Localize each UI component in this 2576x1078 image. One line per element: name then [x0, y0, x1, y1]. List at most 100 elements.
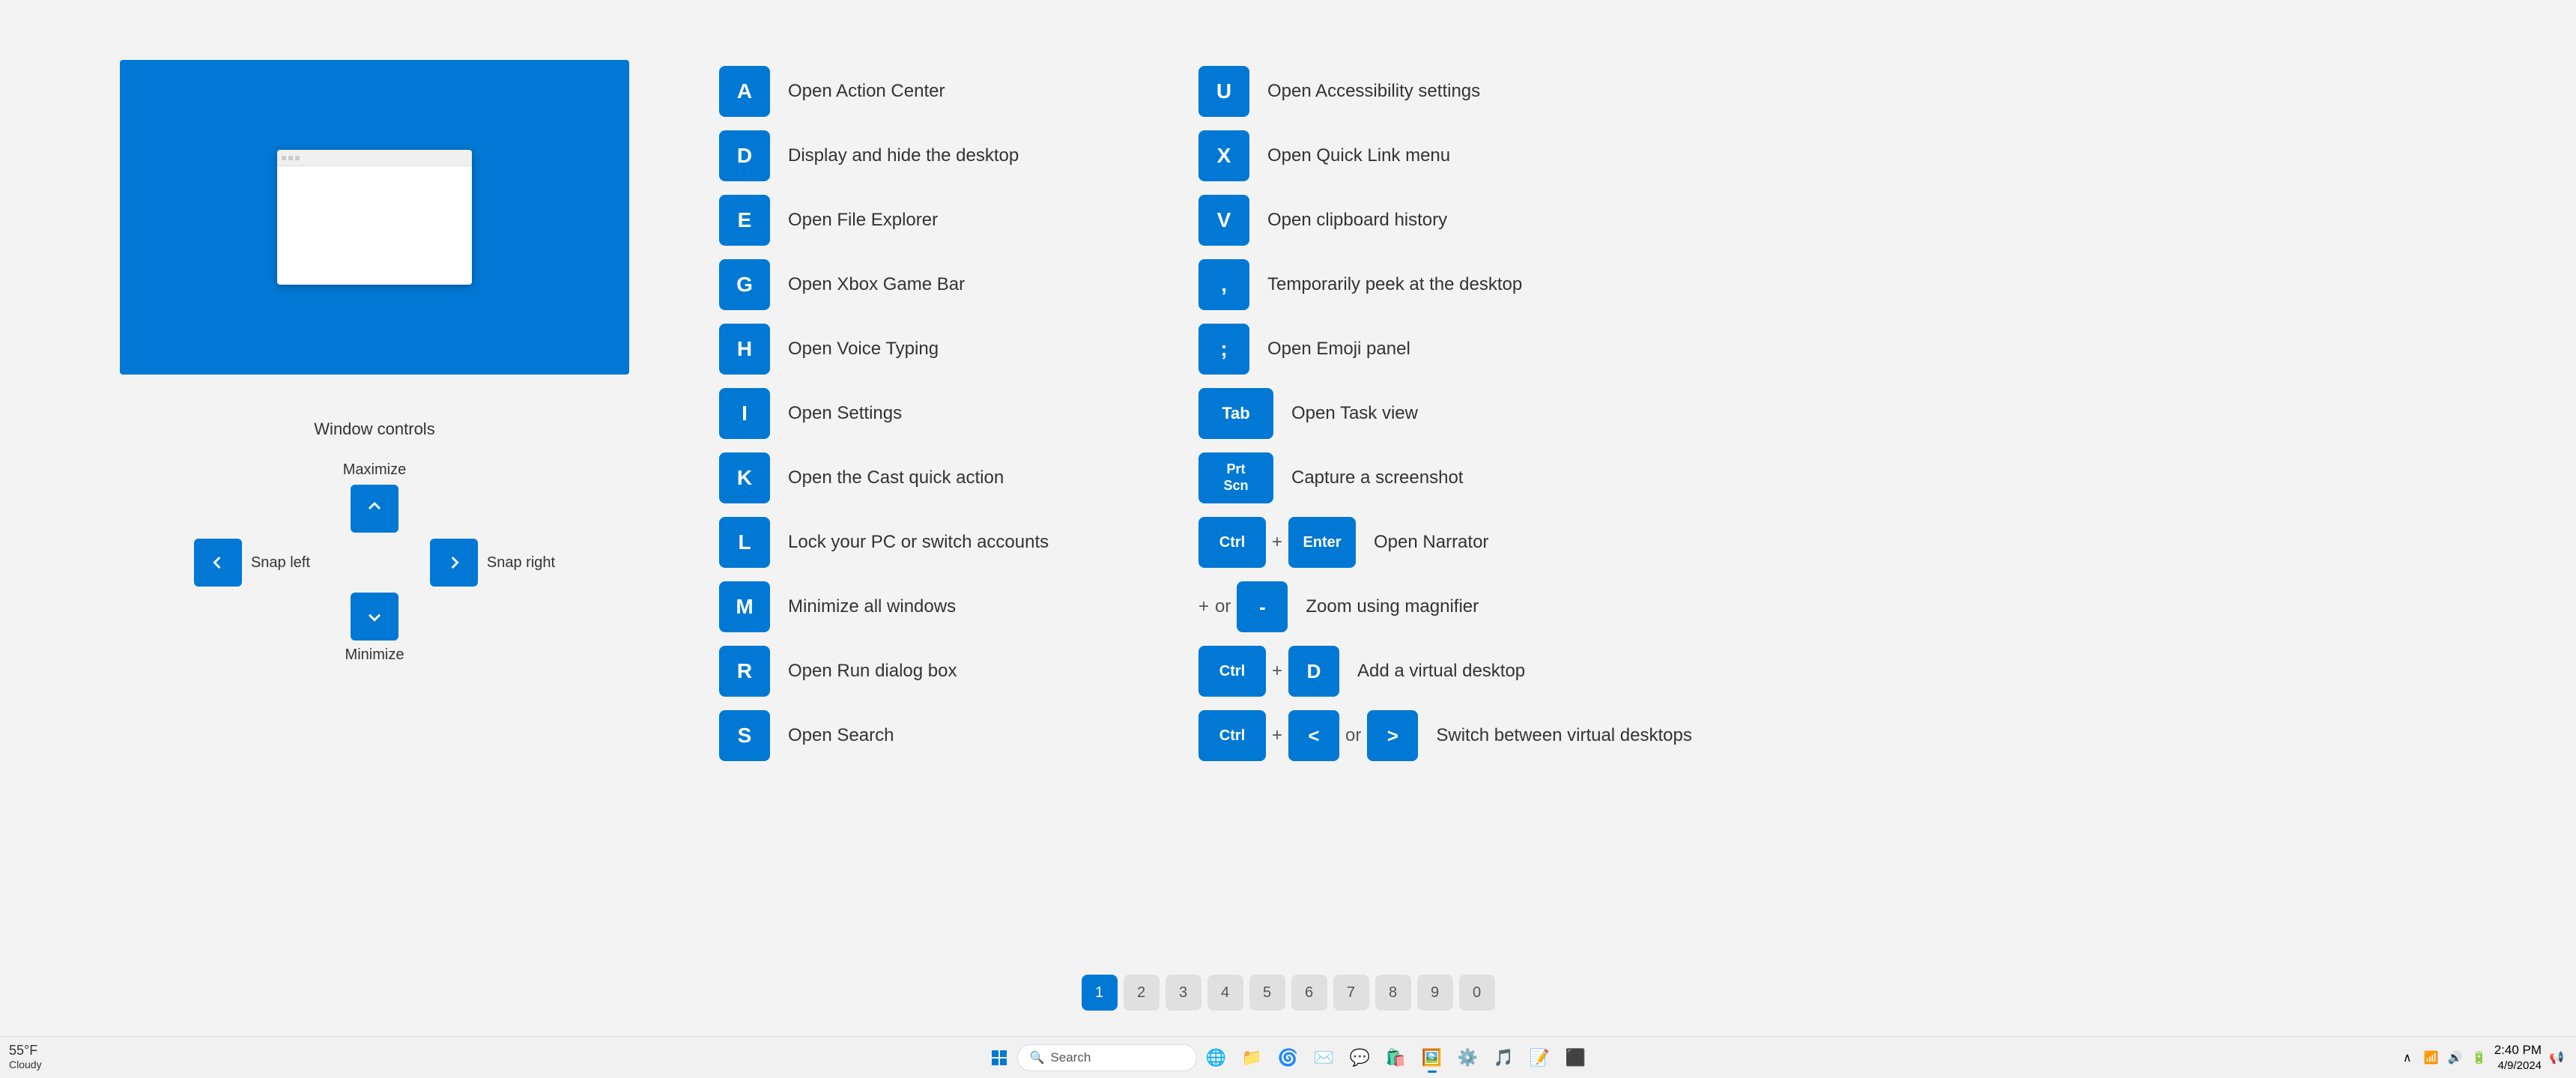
key-badge-v: V [1198, 195, 1249, 246]
shortcut-row: Ctrl+EnterOpen Narrator [1198, 511, 1692, 574]
shortcut-row: MMinimize all windows [719, 575, 1109, 638]
maximize-row: Maximize [343, 461, 406, 533]
tray-battery[interactable]: 🔋 [2469, 1047, 2490, 1068]
start-button[interactable] [984, 1043, 1014, 1073]
shortcut-desc: Open clipboard history [1267, 210, 1447, 231]
shortcut-row: H Open Voice Typing [719, 318, 1109, 381]
key-badge-combo: Ctrl [1198, 710, 1266, 761]
taskbar-settings[interactable]: ⚙️ [1452, 1041, 1485, 1074]
snap-row: Snap left Snap right [194, 539, 555, 587]
shortcut-desc: Lock your PC or switch accounts [788, 532, 1049, 553]
snap-right-item: Snap right [430, 539, 555, 587]
snap-right-button[interactable] [430, 539, 478, 587]
shortcut-desc: Open Search [788, 725, 894, 746]
key-combo-operator: or [1215, 596, 1231, 617]
key-badge-g: G [719, 259, 770, 310]
shortcut-desc: Open Voice Typing [788, 339, 939, 360]
key-badge-u: U [1198, 66, 1249, 117]
system-clock[interactable]: 2:40 PM 4/9/2024 [2494, 1042, 2542, 1074]
shortcut-desc: Open Action Center [788, 81, 945, 102]
key-badge-combo: D [1288, 646, 1339, 697]
shortcuts-left-column: A Open Action Center DDisplay and hide the… [719, 60, 1109, 767]
window-controls-title: Window controls [314, 420, 434, 439]
tray-volume[interactable]: 🔊 [2445, 1047, 2466, 1068]
shortcut-desc: Open Run dialog box [788, 661, 957, 682]
shortcut-desc: Open Settings [788, 403, 902, 424]
page-button-7[interactable]: 7 [1333, 975, 1369, 1011]
notification-button[interactable]: 📢 [2546, 1047, 2567, 1068]
key-badge-_: , [1198, 259, 1249, 310]
clock-date: 4/9/2024 [2494, 1059, 2542, 1074]
shortcut-desc: Add a virtual desktop [1357, 661, 1525, 682]
key-badge-k: K [719, 452, 770, 503]
page-button-1[interactable]: 1 [1082, 975, 1118, 1011]
clock-time: 2:40 PM [2494, 1042, 2542, 1059]
key-badge-h: H [719, 324, 770, 375]
key-combo-operator: + [1272, 532, 1282, 553]
taskbar-teams[interactable]: 💬 [1344, 1041, 1377, 1074]
page-button-3[interactable]: 3 [1166, 975, 1201, 1011]
shortcut-desc: Switch between virtual desktops [1436, 725, 1692, 746]
shortcut-row: DDisplay and hide the desktop [719, 124, 1109, 187]
taskbar-spotify[interactable]: 🎵 [1488, 1041, 1521, 1074]
weather-temp: 55°F [9, 1043, 37, 1058]
taskbar-vscode[interactable]: 📝 [1524, 1041, 1557, 1074]
taskbar-right: ∧ 📶 🔊 🔋 2:40 PM 4/9/2024 📢 [2397, 1042, 2567, 1074]
tray-icons: ∧ 📶 🔊 🔋 [2397, 1047, 2490, 1068]
controls-layout: Maximize Snap left [194, 461, 555, 664]
maximize-button[interactable] [351, 485, 398, 533]
taskbar: 55°F Cloudy 🔍 Search 🌐 📁 🌀 ✉️ 💬 🛍️ 🖼️ ⚙️… [0, 1036, 2576, 1078]
key-badge-combo: > [1367, 710, 1418, 761]
key-badge-a: A [719, 66, 770, 117]
shortcut-desc: Open Xbox Game Bar [788, 274, 965, 295]
titlebar-dot [288, 156, 293, 160]
snap-left-button[interactable] [194, 539, 242, 587]
taskbar-edge[interactable]: 🌀 [1272, 1041, 1305, 1074]
page-button-0[interactable]: 0 [1459, 975, 1495, 1011]
shortcut-row: V Open clipboard history [1198, 189, 1692, 252]
shortcut-desc: Open the Cast quick action [788, 467, 1004, 488]
tray-network[interactable]: 📶 [2421, 1047, 2442, 1068]
key-combo-operator: or [1345, 725, 1361, 746]
shortcut-row: K Open the Cast quick action [719, 446, 1109, 509]
taskbar-store[interactable]: 🛍️ [1380, 1041, 1413, 1074]
shortcut-desc: Temporarily peek at the desktop [1267, 274, 1522, 295]
key-badge-combo: Enter [1288, 517, 1356, 568]
shortcut-desc: Open Narrator [1374, 532, 1488, 553]
shortcut-row: G Open Xbox Game Bar [719, 253, 1109, 316]
shortcut-row: XOpen Quick Link menu [1198, 124, 1692, 187]
desktop-preview [120, 60, 629, 375]
key-combo: +or- [1198, 581, 1288, 632]
shortcut-row: ;Open Emoji panel [1198, 318, 1692, 381]
weather-condition: Cloudy [9, 1059, 42, 1071]
search-text: Search [1050, 1050, 1091, 1065]
page-button-8[interactable]: 8 [1375, 975, 1411, 1011]
key-combo: Ctrl+<or> [1198, 710, 1418, 761]
taskbar-search[interactable]: 🔍 Search [1017, 1044, 1197, 1071]
minimize-button[interactable] [351, 593, 398, 641]
page-button-5[interactable]: 5 [1249, 975, 1285, 1011]
page-button-2[interactable]: 2 [1124, 975, 1160, 1011]
tray-arrow[interactable]: ∧ [2397, 1047, 2418, 1068]
key-combo: Ctrl+D [1198, 646, 1339, 697]
key-badge-combo: < [1288, 710, 1339, 761]
taskbar-widgets[interactable]: 🌐 [1200, 1041, 1233, 1074]
taskbar-terminal[interactable]: ⬛ [1560, 1041, 1592, 1074]
taskbar-file-explorer[interactable]: 📁 [1236, 1041, 1269, 1074]
shortcut-desc: Open File Explorer [788, 210, 938, 231]
taskbar-mail[interactable]: ✉️ [1308, 1041, 1341, 1074]
key-badge-d: D [719, 130, 770, 181]
window-body [277, 166, 472, 285]
page-button-9[interactable]: 9 [1417, 975, 1453, 1011]
shortcut-desc: Zoom using magnifier [1306, 596, 1479, 617]
taskbar-photos[interactable]: 🖼️ [1416, 1041, 1449, 1074]
page-button-6[interactable]: 6 [1291, 975, 1327, 1011]
page-button-4[interactable]: 4 [1207, 975, 1243, 1011]
pagination: 1234567890 [1082, 975, 1495, 1011]
snap-left-label: Snap left [251, 554, 310, 572]
key-badge-r: R [719, 646, 770, 697]
minimize-row: Minimize [345, 593, 404, 664]
shortcut-desc: Capture a screenshot [1291, 467, 1463, 488]
left-panel: Window controls Maximize Snap left [120, 60, 629, 767]
shortcut-row: R Open Run dialog box [719, 640, 1109, 703]
